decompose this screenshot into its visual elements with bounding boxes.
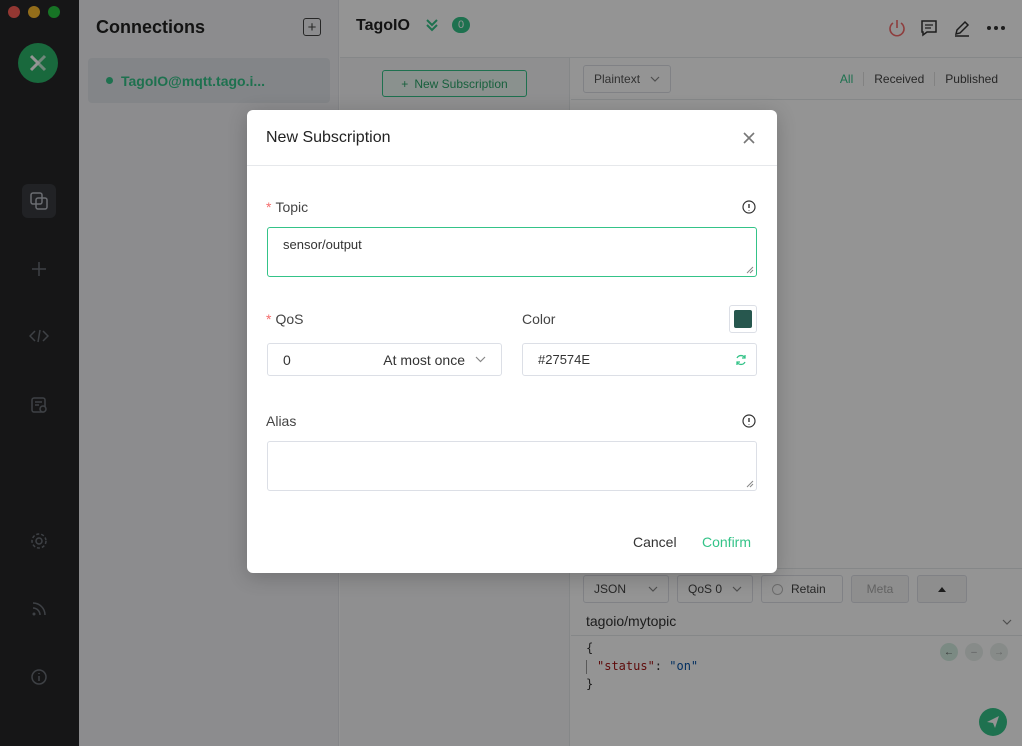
alias-textarea[interactable] (267, 441, 757, 491)
resize-handle-icon[interactable] (746, 480, 754, 488)
qos-label-text: QoS (275, 311, 304, 327)
topic-info-icon[interactable] (742, 200, 756, 214)
required-asterisk: * (266, 199, 272, 215)
required-asterisk: * (266, 311, 272, 327)
color-swatch[interactable] (729, 305, 757, 333)
confirm-button[interactable]: Confirm (702, 534, 751, 550)
color-value: #27574E (538, 352, 591, 367)
qos-select-value: 0 (283, 351, 291, 368)
new-subscription-dialog: New Subscription * Topic sensor/output * Q… (247, 110, 777, 573)
topic-value: sensor/output (283, 237, 362, 252)
color-label: Color (522, 311, 556, 327)
topic-label: * Topic (266, 199, 308, 215)
alias-info-icon[interactable] (742, 414, 756, 428)
qos-label: * QoS (266, 311, 303, 327)
refresh-icon[interactable] (735, 354, 747, 366)
topic-textarea[interactable]: sensor/output (267, 227, 757, 277)
cancel-button[interactable]: Cancel (633, 534, 677, 550)
color-input[interactable]: #27574E (522, 343, 757, 376)
close-icon[interactable] (741, 130, 757, 146)
chevron-down-icon (475, 356, 486, 363)
topic-label-text: Topic (275, 199, 309, 215)
color-swatch-fill (734, 310, 752, 328)
alias-label: Alias (266, 413, 297, 429)
dialog-title: New Subscription (266, 129, 391, 146)
qos-select[interactable]: 0 At most once (267, 343, 502, 376)
qos-select-description: At most once (383, 351, 465, 368)
resize-handle-icon[interactable] (746, 266, 754, 274)
dialog-header: New Subscription (247, 110, 777, 166)
